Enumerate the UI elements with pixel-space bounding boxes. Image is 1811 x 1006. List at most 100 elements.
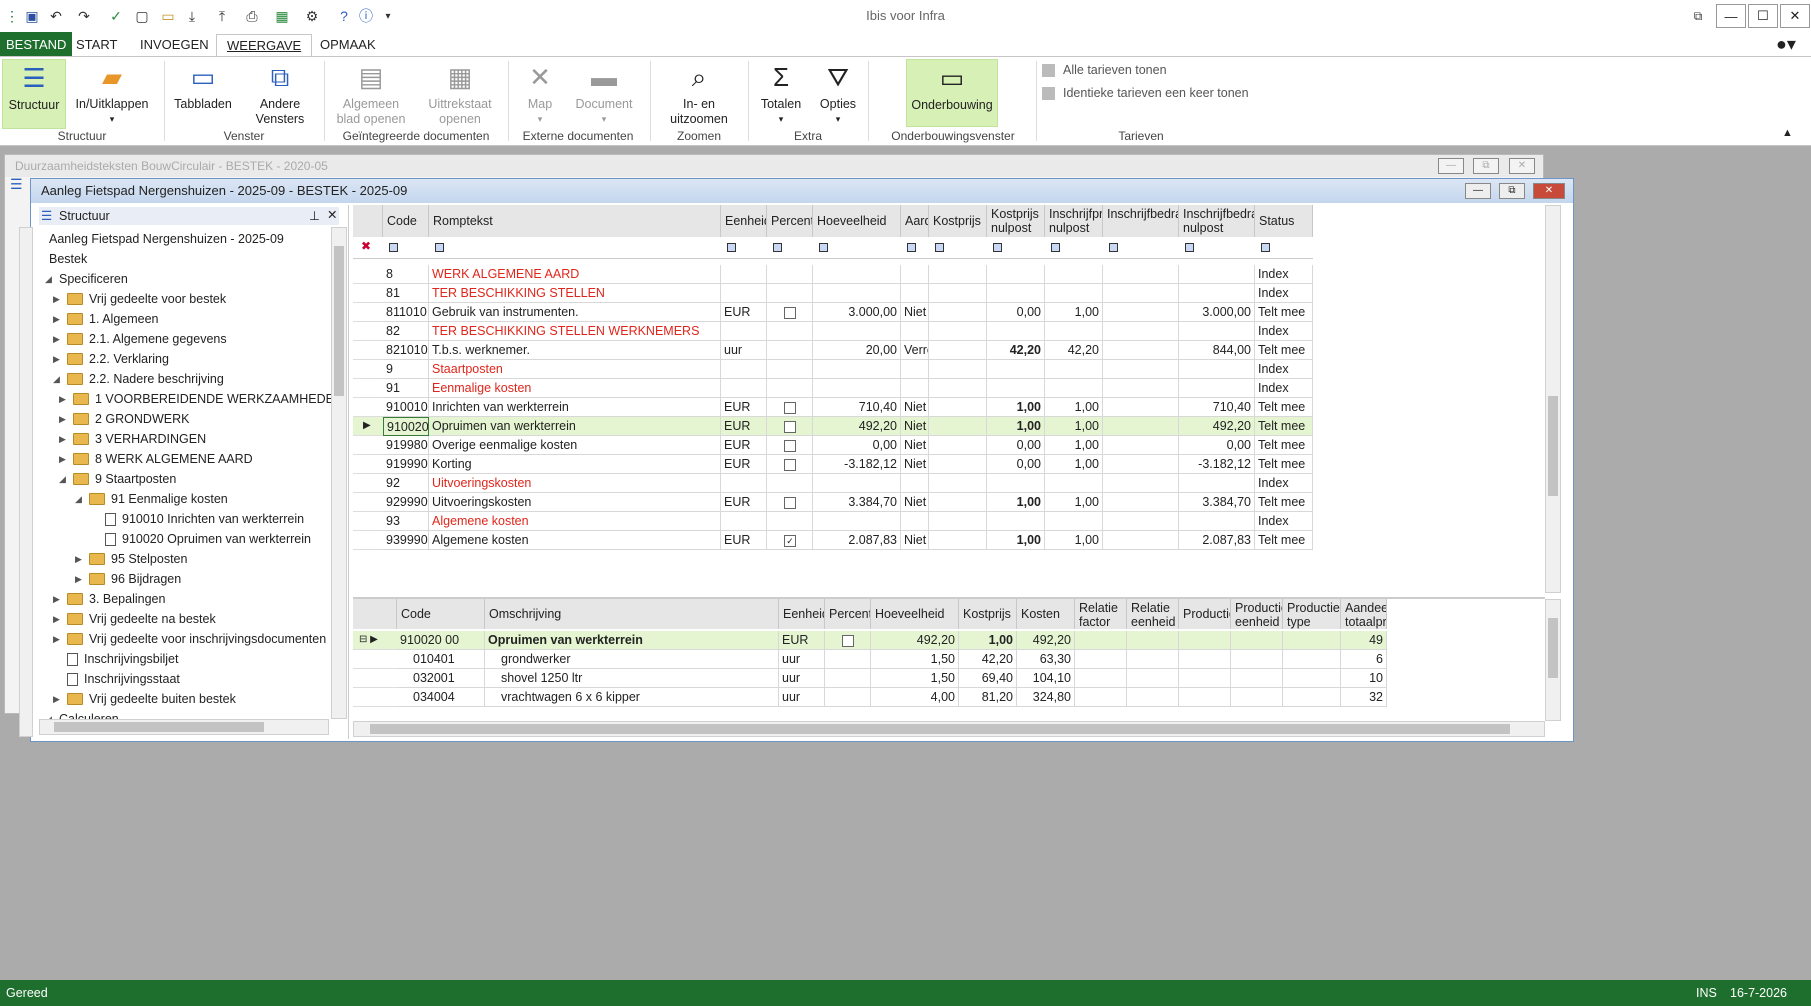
row-selector[interactable] <box>353 303 383 322</box>
sub-grid-cell[interactable]: 1,50 <box>871 650 959 669</box>
expand-arrow-icon[interactable]: ▶ <box>53 334 63 345</box>
grid-cell[interactable] <box>721 512 767 531</box>
all-rates-toggle[interactable]: Alle tarieven tonen <box>1042 63 1167 78</box>
sub-grid-cell[interactable]: 32 <box>1341 688 1387 707</box>
grid-cell[interactable]: Index <box>1255 265 1313 284</box>
sub-row-selector[interactable]: ⊟ ▶ <box>353 631 397 650</box>
grid-cell[interactable] <box>901 284 929 303</box>
sub-grid-cell[interactable]: uur <box>779 669 825 688</box>
grid-cell[interactable] <box>1045 474 1103 493</box>
grid-cell[interactable]: Telt mee <box>1255 398 1313 417</box>
grid-cell[interactable] <box>1103 360 1179 379</box>
tree-item[interactable]: ▶ Vrij gedeelte buiten bestek <box>53 689 331 709</box>
grid-cell[interactable]: Uitvoeringskosten <box>429 474 721 493</box>
grid-cell[interactable] <box>1045 512 1103 531</box>
grid-cell[interactable] <box>767 322 813 341</box>
checkbox[interactable] <box>784 439 796 452</box>
grid-cell[interactable]: 919980 <box>383 436 429 455</box>
tree-item[interactable]: ▶ 2.2. Verklaring <box>53 349 331 369</box>
tree-item[interactable]: Aanleg Fietspad Nergenshuizen - 2025-09 <box>35 229 331 249</box>
grid-cell[interactable] <box>767 284 813 303</box>
grid-cell[interactable] <box>813 512 901 531</box>
tree-hscroll-thumb[interactable] <box>54 722 264 732</box>
row-selector[interactable] <box>353 493 383 512</box>
sheet-icon[interactable]: ▦ <box>272 6 292 26</box>
grid-cell[interactable] <box>929 417 987 436</box>
sub-grid-cell[interactable]: EUR <box>779 631 825 650</box>
grid-cell[interactable] <box>1103 341 1179 360</box>
sub-column-header[interactable]: Productie eenheid <box>1231 599 1283 629</box>
grid-cell[interactable]: TER BESCHIKKING STELLEN WERKNEMERS <box>429 322 721 341</box>
grid-cell[interactable] <box>721 322 767 341</box>
options-button[interactable]: ⛛ Opties ▾ <box>812 59 864 129</box>
grid-cell[interactable] <box>767 436 813 455</box>
sub-scroll-thumb[interactable] <box>1548 618 1558 678</box>
row-selector[interactable]: ▶ <box>353 417 383 436</box>
grid-cell[interactable]: Niet <box>901 531 929 550</box>
sub-grid-cell[interactable]: 324,80 <box>1017 688 1075 707</box>
sub-grid-cell[interactable] <box>825 669 871 688</box>
tabs-button[interactable]: ▭ Tabbladen <box>170 59 236 129</box>
grid-cell[interactable] <box>767 265 813 284</box>
grid-cell[interactable]: Index <box>1255 322 1313 341</box>
close-button[interactable]: ✕ <box>1780 4 1810 28</box>
tab-invoegen[interactable]: INVOEGEN <box>130 34 219 56</box>
tab-opmaak[interactable]: OPMAAK <box>310 34 386 56</box>
grid-cell[interactable] <box>1179 512 1255 531</box>
tree-item[interactable]: ◢ Calculeren <box>45 709 331 719</box>
row-selector[interactable] <box>353 284 383 303</box>
grid-cell[interactable]: Telt mee <box>1255 493 1313 512</box>
new-document-icon[interactable]: ▢ <box>132 6 152 26</box>
grid-cell[interactable] <box>1179 284 1255 303</box>
minimize-button[interactable]: — <box>1716 4 1746 28</box>
sub-row-selector[interactable] <box>353 669 397 688</box>
tab-bestand[interactable]: BESTAND <box>0 32 73 56</box>
grid-cell[interactable] <box>929 436 987 455</box>
expand-arrow-icon[interactable]: ▶ <box>59 394 69 405</box>
sub-grid-cell[interactable] <box>1231 688 1283 707</box>
sub-grid-cell[interactable]: 034004 <box>397 688 485 707</box>
grid-cell[interactable]: Opruimen van werkterrein <box>429 417 721 436</box>
expand-arrow-icon[interactable]: ▶ <box>59 454 69 465</box>
sub-column-header[interactable]: Percenta <box>825 599 871 629</box>
undo-icon[interactable]: ↶ <box>46 6 66 26</box>
grid-column-header[interactable]: Status <box>1255 205 1313 237</box>
grid-cell[interactable]: 910010 <box>383 398 429 417</box>
bg-close-button[interactable]: ✕ <box>1509 158 1535 174</box>
grid-cell[interactable]: EUR <box>721 531 767 550</box>
tree-item[interactable]: ◢ Specificeren <box>45 269 331 289</box>
sub-grid-cell[interactable]: 910020 00 <box>397 631 485 650</box>
grid-cell[interactable] <box>813 360 901 379</box>
sub-grid-cell[interactable]: Opruimen van werkterrein <box>485 631 779 650</box>
tab-weergave[interactable]: WEERGAVE <box>216 34 313 56</box>
sub-grid-cell[interactable]: uur <box>779 688 825 707</box>
row-selector[interactable] <box>353 436 383 455</box>
grid-cell[interactable]: 710,40 <box>813 398 901 417</box>
grid-cell[interactable]: Algemene kosten <box>429 531 721 550</box>
sub-grid-cell[interactable]: 104,10 <box>1017 669 1075 688</box>
customize-dropdown-icon[interactable]: ▾ <box>378 6 398 26</box>
sub-grid-cell[interactable]: 1,00 <box>959 631 1017 650</box>
expand-arrow-icon[interactable]: ▶ <box>59 434 69 445</box>
grid-cell[interactable]: 3.384,70 <box>813 493 901 512</box>
sub-column-header[interactable]: Relatie eenheid <box>1127 599 1179 629</box>
grid-scroll-thumb[interactable] <box>1548 396 1558 496</box>
grid-cell[interactable]: Niet <box>901 455 929 474</box>
grid-cell[interactable] <box>1045 360 1103 379</box>
sub-grid-cell[interactable]: 63,30 <box>1017 650 1075 669</box>
grid-cell[interactable]: 8 <box>383 265 429 284</box>
grid-cell[interactable]: 0,00 <box>987 436 1045 455</box>
grid-cell[interactable] <box>1179 360 1255 379</box>
grid-column-header[interactable]: Inschrijfbedrag <box>1103 205 1179 237</box>
grid-cell[interactable] <box>929 474 987 493</box>
restore-layout-icon[interactable]: ⧉ <box>1688 6 1708 26</box>
main-window[interactable]: Aanleg Fietspad Nergenshuizen - 2025-09 … <box>19 178 1574 742</box>
settings-gear-icon[interactable]: ⚙ <box>302 6 322 26</box>
grid-cell[interactable]: Telt mee <box>1255 531 1313 550</box>
grid-cell[interactable] <box>1103 379 1179 398</box>
row-selector[interactable] <box>353 322 383 341</box>
app-menu-icon[interactable]: ⋮ <box>2 6 22 26</box>
onderbouwing-button[interactable]: ▭ Onderbouwing <box>906 59 998 127</box>
sub-grid-cell[interactable]: 4,00 <box>871 688 959 707</box>
grid-cell[interactable] <box>721 379 767 398</box>
